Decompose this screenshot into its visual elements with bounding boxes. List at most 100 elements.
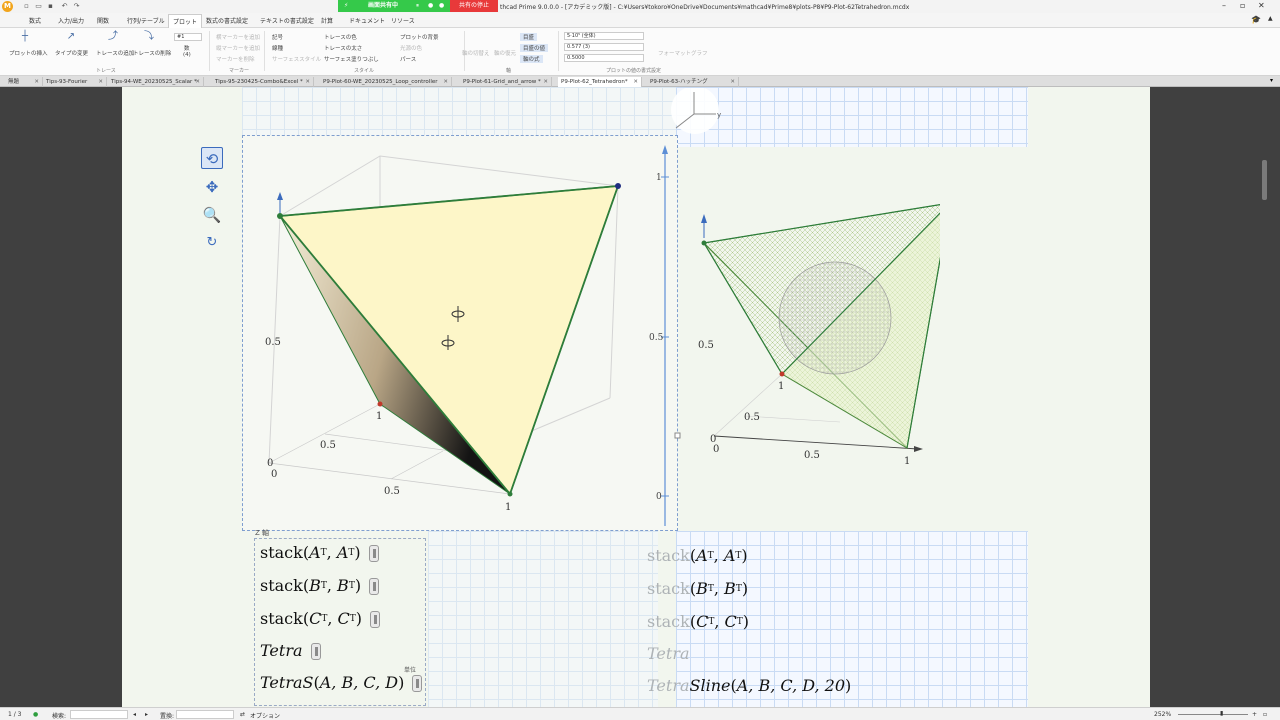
axis-expression-toggle[interactable]: 軸の式 (520, 55, 543, 63)
replace-icon[interactable]: ⇄ (240, 711, 245, 718)
insert-plot-icon[interactable]: ┼ (18, 31, 32, 43)
ribbon-collapse-icon[interactable]: ▲ (1268, 15, 1273, 22)
change-type-icon[interactable]: ↗ (64, 31, 78, 43)
solid-tetrahedron-plot[interactable]: 0.5 0 0 0.5 1 0.5 1 (243, 136, 677, 530)
search-prev-icon[interactable]: ◂ (133, 711, 136, 718)
plot-background-dropdown[interactable]: プロットの背景 (400, 33, 439, 41)
close-tab-icon[interactable]: ✕ (98, 77, 103, 87)
mic-icon[interactable]: ● (428, 0, 433, 12)
doc-tab-active[interactable]: P9-Plot-62_Tetrahedron* ✕ (558, 77, 642, 87)
close-tab-icon[interactable]: ✕ (195, 77, 200, 87)
tab-overflow-icon[interactable]: ▾ (1270, 77, 1273, 84)
trace-selector[interactable]: #1 (174, 33, 202, 41)
search-input[interactable] (70, 710, 128, 719)
tetraS-expression[interactable]: TetraS(A, B, C, D) (260, 673, 423, 692)
zoom-slider-thumb[interactable]: ▮ (1220, 710, 1223, 717)
axis-tick-values-toggle[interactable]: 目盛の値 (520, 44, 549, 52)
fit-page-icon[interactable]: ▫ (1263, 711, 1267, 718)
tab-resources[interactable]: リソース (391, 16, 415, 25)
restore-icon[interactable]: ▫ (1240, 1, 1245, 10)
axis-ticks-toggle[interactable]: 目盛 (520, 33, 538, 41)
reset-view-icon[interactable]: ↻ (201, 232, 223, 254)
rotate-tool-icon[interactable]: ⟲ (201, 147, 223, 169)
zoom-in-icon[interactable]: + (1252, 711, 1257, 718)
doc-tab[interactable]: P9-Plot-61-Grid_and_arrow * ✕ (460, 77, 552, 87)
close-tab-icon[interactable]: ✕ (443, 77, 448, 87)
zoom-slider-track[interactable] (1178, 714, 1248, 715)
placeholder[interactable] (368, 545, 379, 562)
close-window-icon[interactable]: ✕ (1258, 1, 1265, 10)
new-file-icon[interactable]: ▫ (22, 2, 31, 10)
symbol-dropdown[interactable]: 記号 (272, 33, 283, 41)
vertical-scrollbar[interactable] (1262, 160, 1267, 200)
delete-trace-icon[interactable]: ⤵ (142, 31, 156, 43)
minimize-icon[interactable]: – (1222, 1, 1226, 10)
options-label[interactable]: オプション (250, 711, 280, 720)
tab-functions[interactable]: 関数 (97, 16, 109, 25)
close-tab-icon[interactable]: ✕ (543, 77, 548, 87)
redo-icon[interactable]: ↷ (72, 2, 81, 10)
doc-tab[interactable]: P9-Plot-63-ハッチング ✕ (647, 77, 739, 87)
tab-plots[interactable]: プロット (168, 14, 203, 28)
stack-expression-c[interactable]: stack(CT, CT) (260, 609, 381, 628)
zoom-tool-icon[interactable]: 🔍 (201, 204, 223, 226)
settings-icon[interactable]: ● (439, 0, 444, 12)
ghost-stack-expression-c[interactable]: stack(CT, CT) (647, 612, 749, 631)
doc-tab[interactable]: Tips-93-Fourier ✕ (43, 77, 107, 87)
close-tab-icon[interactable]: ✕ (305, 77, 310, 87)
delete-trace-button[interactable]: トレースの削除 (133, 49, 171, 57)
stop-sharing-button[interactable]: 共有の停止 (450, 0, 498, 12)
pan-tool-icon[interactable]: ✥ (201, 176, 223, 198)
trace-weight-dropdown[interactable]: トレースの太さ (324, 44, 362, 52)
resize-handle[interactable] (674, 432, 681, 439)
format-value-field-2[interactable]: 0.577 (3) (564, 43, 644, 51)
delete-marker-button[interactable]: マーカーを削除 (216, 55, 255, 63)
add-trace-button[interactable]: トレースの追加 (96, 49, 134, 57)
surface-fill-dropdown[interactable]: サーフェス塗りつぶし (324, 55, 379, 63)
close-tab-icon[interactable]: ✕ (34, 77, 39, 87)
open-file-icon[interactable]: ▭ (34, 2, 43, 10)
ghost-stack-expression-a[interactable]: stack(AT, AT) (647, 546, 748, 565)
doc-tab[interactable]: Tips-95-230425-Combo&Excel * ✕ (212, 77, 314, 87)
orientation-gizmo[interactable]: y (664, 88, 726, 134)
screen-sharing-indicator[interactable]: ⚡ 画面共有中 ⏸ ● ● (338, 0, 450, 12)
mathcad-logo-icon[interactable]: M (2, 1, 13, 12)
trace-color-dropdown[interactable]: トレースの色 (324, 33, 357, 41)
tab-math[interactable]: 数式 (29, 16, 41, 25)
tetraSline-expression[interactable]: TetraSline(A, B, C, D, 20) (647, 676, 851, 695)
replace-input[interactable] (176, 710, 234, 719)
axis-toggle-button[interactable]: 軸の切替え (462, 49, 490, 57)
placeholder[interactable] (412, 675, 423, 692)
doc-tab[interactable]: Tips-94-WE_20230525_Scalar * ✕ (108, 77, 204, 87)
ghost-tetra-expression[interactable]: Tetra (647, 644, 690, 663)
format-graph-button[interactable]: フォーマットグラフ (658, 49, 708, 57)
tab-calculation[interactable]: 計算 (321, 16, 333, 25)
wireframe-tetrahedron-plot[interactable]: 0.5 0 0 0.5 1 0.5 1 (690, 190, 940, 470)
ghost-stack-expression-b[interactable]: stack(BT, BT) (647, 579, 748, 598)
save-icon[interactable]: ▪ (46, 2, 55, 10)
line-style-dropdown[interactable]: 線種 (272, 44, 283, 52)
stack-expression-a[interactable]: stack(AT, AT) (260, 543, 379, 562)
add-h-marker-button[interactable]: 横マーカーを追加 (216, 33, 260, 41)
placeholder[interactable] (370, 611, 381, 628)
close-tab-icon[interactable]: ✕ (730, 77, 735, 87)
insert-plot-button[interactable]: プロットの挿入 (9, 49, 48, 57)
zoom-level[interactable]: 252% (1154, 711, 1171, 718)
doc-tab[interactable]: 無題 ✕ (5, 77, 43, 87)
placeholder[interactable] (310, 643, 321, 660)
tab-input-output[interactable]: 入力/出力 (58, 16, 84, 25)
ambient-color-dropdown[interactable]: 光源の色 (400, 44, 422, 52)
format-value-field-1[interactable]: 5·10⁵ (全体) (564, 32, 644, 40)
change-type-button[interactable]: タイプの変更 (55, 49, 88, 57)
placeholder[interactable] (369, 578, 380, 595)
tab-matrices-tables[interactable]: 行列/テーブル (127, 16, 165, 25)
undo-icon[interactable]: ↶ (60, 2, 69, 10)
format-value-field-3[interactable]: 0.5000 (564, 54, 644, 62)
tab-document[interactable]: ドキュメント (349, 16, 385, 25)
add-trace-icon[interactable]: ⤴ (106, 31, 120, 43)
pause-icon[interactable]: ⏸ (416, 0, 419, 12)
perspective-toggle[interactable]: パース (400, 55, 416, 63)
doc-tab[interactable]: P9-Plot-60-WE_20230525_Loop_controller ✕ (320, 77, 452, 87)
tetra-expression[interactable]: Tetra (260, 641, 321, 660)
surface-style-dropdown[interactable]: サーフェススタイル (272, 55, 321, 63)
